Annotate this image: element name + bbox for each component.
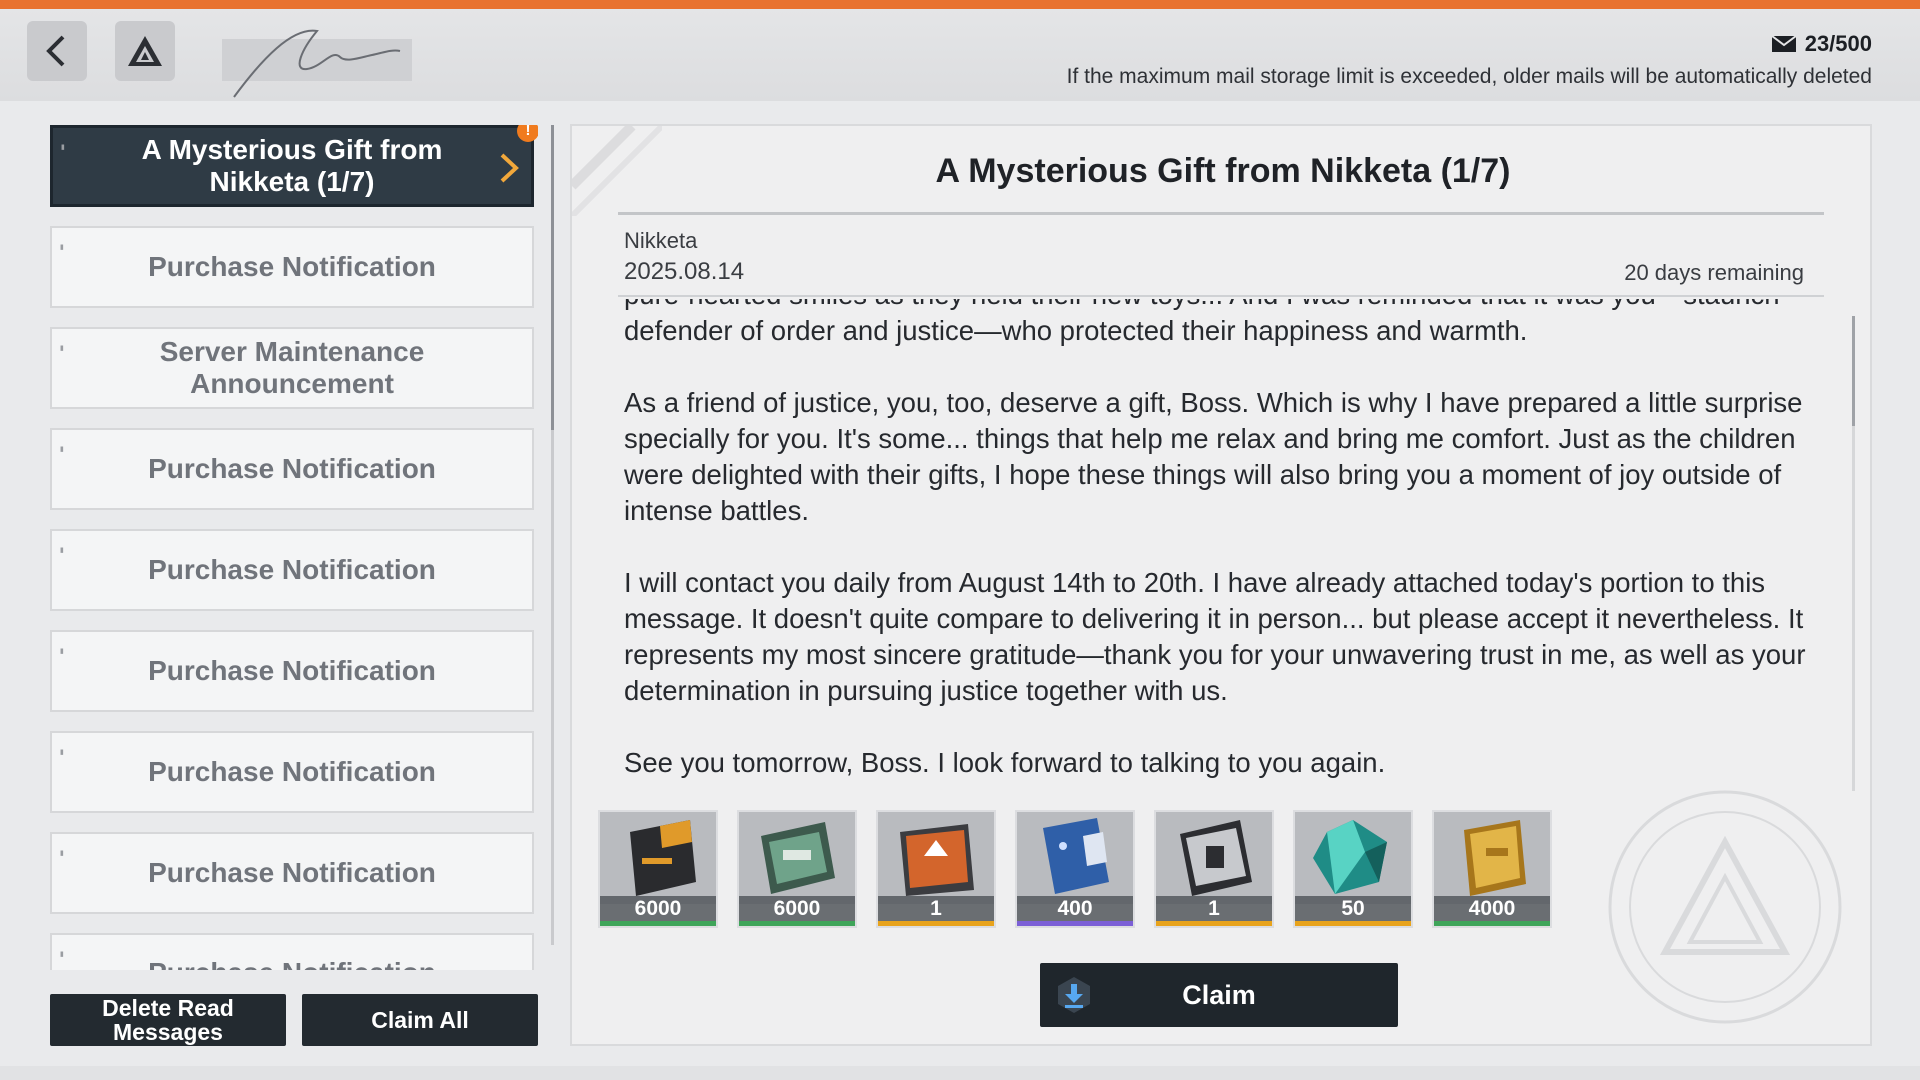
reward-slot[interactable]: 6000 xyxy=(598,810,718,928)
mail-count-value: 23/500 xyxy=(1804,31,1872,56)
reward-slot[interactable]: 4000 xyxy=(1432,810,1552,928)
reward-quantity: 1 xyxy=(1156,896,1272,922)
mail-item[interactable]: ▮ Purchase Notification xyxy=(50,731,534,813)
mail-item-title: Purchase Notification xyxy=(148,957,436,970)
home-button[interactable] xyxy=(115,21,175,81)
item-serial: ▮ xyxy=(60,951,64,958)
chevron-left-icon xyxy=(46,35,65,67)
top-accent-bar xyxy=(0,0,1920,9)
unread-badge: ! xyxy=(517,125,538,142)
triangle-logo-icon xyxy=(128,36,162,66)
days-remaining: 20 days remaining xyxy=(1624,260,1804,285)
reward-slot[interactable]: 400 xyxy=(1015,810,1135,928)
mail-item-title: Server Maintenance Announcement xyxy=(159,336,425,399)
mail-item-title: Purchase Notification xyxy=(148,251,436,282)
mail-item[interactable]: ▮ Purchase Notification xyxy=(50,428,534,510)
reward-slot[interactable]: 6000 xyxy=(737,810,857,928)
signature-emblem-icon xyxy=(222,29,412,98)
mail-paragraph: See you tomorrow, Boss. I look forward t… xyxy=(624,747,1386,778)
item-serial: ▮ xyxy=(61,144,65,151)
scrollbar-thumb[interactable] xyxy=(551,125,554,430)
green-pistol-case-icon xyxy=(739,812,855,904)
header-bar: 23/500 If the maximum mail storage limit… xyxy=(0,9,1920,101)
mail-item[interactable]: ▮ Purchase Notification xyxy=(50,630,534,712)
mail-item-title: A Mysterious Gift from Nikketa (1/7) xyxy=(141,134,443,197)
orange-upgrade-module-icon xyxy=(878,812,994,904)
item-serial: ▮ xyxy=(60,547,64,554)
item-serial: ▮ xyxy=(60,446,64,453)
silver-chip-card-icon xyxy=(1156,812,1272,904)
black-gold-crate-icon xyxy=(600,812,716,904)
claim-all-button[interactable]: Claim All xyxy=(302,994,538,1046)
mail-item-title: Purchase Notification xyxy=(148,453,436,484)
reward-slot[interactable]: 50 xyxy=(1293,810,1413,928)
mail-body: pure-hearted smiles as they held their n… xyxy=(624,299,1814,817)
rarity-bar xyxy=(600,921,716,926)
mail-paragraph: pure-hearted smiles as they held their n… xyxy=(624,299,1780,346)
chevron-right-icon xyxy=(500,153,519,183)
claim-button[interactable]: Claim xyxy=(1040,963,1398,1027)
mail-item[interactable]: ▮ Server Maintenance Announcement xyxy=(50,327,534,409)
item-serial: ▮ xyxy=(60,850,64,857)
scrollbar-thumb[interactable] xyxy=(1852,316,1855,426)
mail-item[interactable]: ▮ Purchase Notification xyxy=(50,832,534,914)
gold-credit-bar-icon xyxy=(1434,812,1550,904)
rarity-bar xyxy=(878,921,994,926)
envelope-icon xyxy=(1771,35,1797,52)
mail-item[interactable]: ▮ Purchase Notification xyxy=(50,933,534,970)
reward-quantity: 6000 xyxy=(739,896,855,922)
mail-date: 2025.08.14 xyxy=(624,258,745,285)
download-icon xyxy=(1058,977,1090,1013)
delete-read-button[interactable]: Delete Read Messages xyxy=(50,994,286,1046)
divider xyxy=(618,212,1824,215)
mail-detail-panel: A Mysterious Gift from Nikketa (1/7) Nik… xyxy=(570,124,1872,1046)
reward-slot[interactable]: 1 xyxy=(876,810,996,928)
reward-quantity: 6000 xyxy=(600,896,716,922)
mail-title: A Mysterious Gift from Nikketa (1/7) xyxy=(935,152,1511,190)
mail-item[interactable]: ▮ Purchase Notification xyxy=(50,529,534,611)
storage-limit-note: If the maximum mail storage limit is exc… xyxy=(1066,65,1872,88)
divider xyxy=(618,295,1824,297)
mail-paragraph: As a friend of justice, you, too, deserv… xyxy=(624,387,1803,526)
reward-quantity: 4000 xyxy=(1434,896,1550,922)
rarity-bar xyxy=(1295,921,1411,926)
mail-item-title: Purchase Notification xyxy=(148,857,436,888)
rarity-bar xyxy=(1017,921,1133,926)
rarity-bar xyxy=(1156,921,1272,926)
mail-list-scrollbar[interactable] xyxy=(551,125,554,945)
mail-item-title: Purchase Notification xyxy=(148,655,436,686)
rarity-bar xyxy=(739,921,855,926)
claim-label: Claim xyxy=(1182,979,1256,1010)
mail-item-title: Purchase Notification xyxy=(148,554,436,585)
reward-slot[interactable]: 1 xyxy=(1154,810,1274,928)
mail-item[interactable]: ▮ Purchase Notification xyxy=(50,226,534,308)
blue-data-card-icon xyxy=(1017,812,1133,904)
back-button[interactable] xyxy=(27,21,87,81)
rarity-bar xyxy=(1434,921,1550,926)
mail-count: 23/500 xyxy=(1771,31,1872,57)
item-serial: ▮ xyxy=(60,345,64,352)
mail-paragraph: I will contact you daily from August 14t… xyxy=(624,567,1806,706)
footer-strip xyxy=(0,1066,1920,1080)
reward-quantity: 1 xyxy=(878,896,994,922)
mail-body-scrollbar[interactable] xyxy=(1852,316,1855,791)
reward-quantity: 400 xyxy=(1017,896,1133,922)
mail-item-title: Purchase Notification xyxy=(148,756,436,787)
mail-list: ▮ A Mysterious Gift from Nikketa (1/7) !… xyxy=(50,125,538,970)
item-serial: ▮ xyxy=(60,244,64,251)
watermark-seal-icon xyxy=(1608,790,1842,1024)
teal-crystal-icon xyxy=(1295,812,1411,904)
mail-item-active[interactable]: ▮ A Mysterious Gift from Nikketa (1/7) ! xyxy=(50,125,538,207)
reward-quantity: 50 xyxy=(1295,896,1411,922)
mail-sender: Nikketa xyxy=(624,228,698,253)
item-serial: ▮ xyxy=(60,648,64,655)
item-serial: ▮ xyxy=(60,749,64,756)
